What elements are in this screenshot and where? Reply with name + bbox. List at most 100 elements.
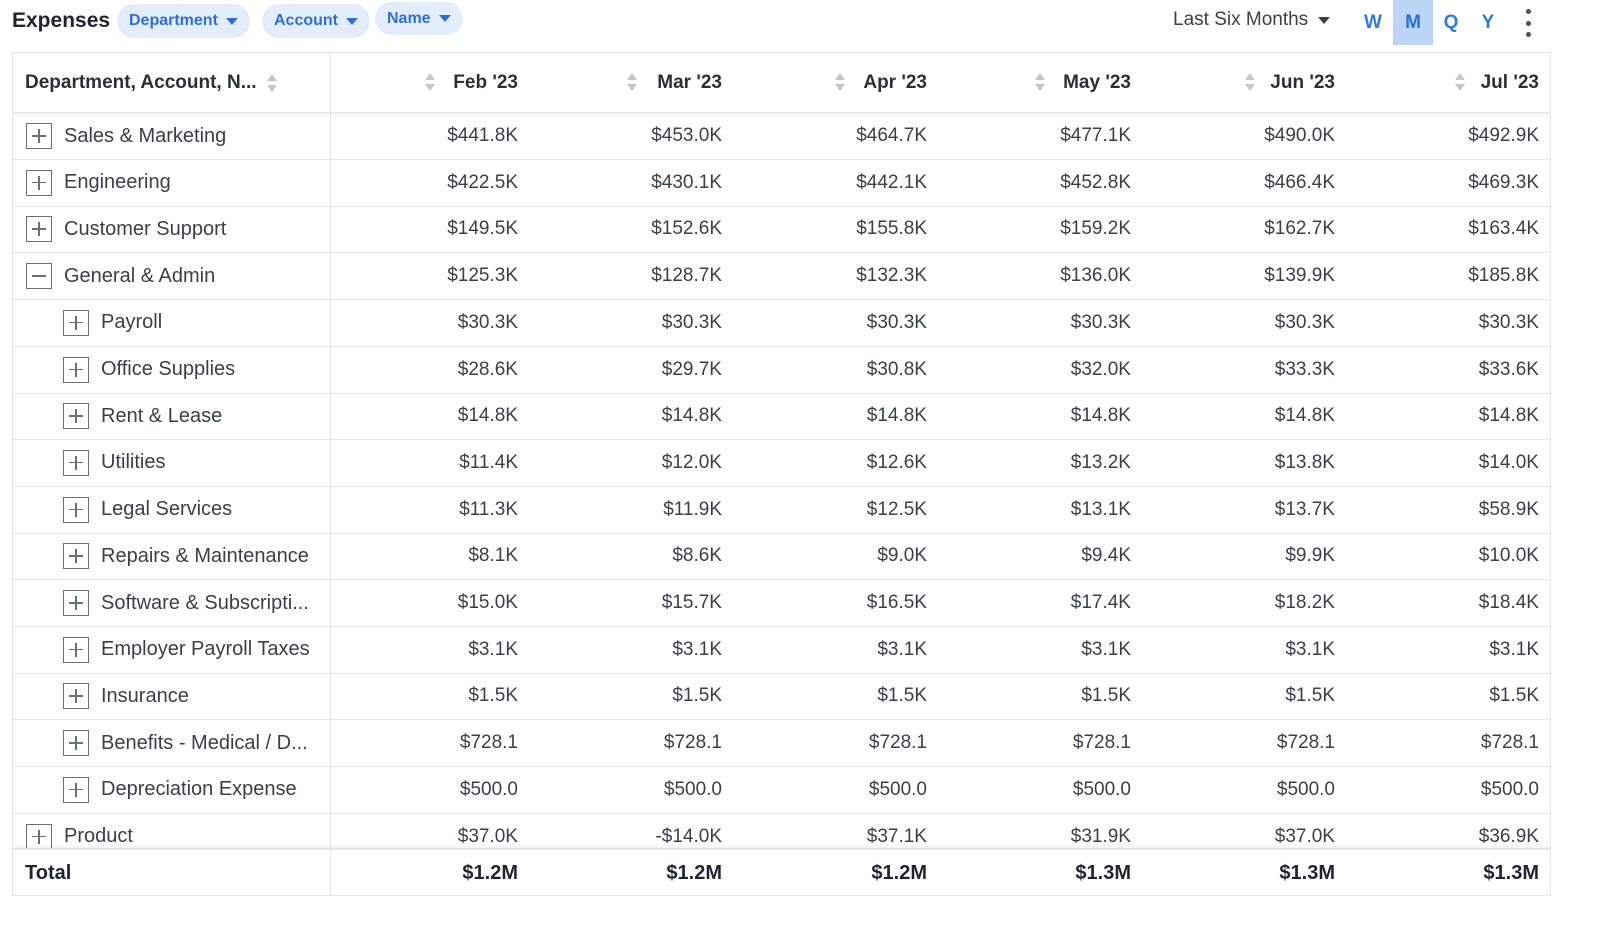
expand-icon[interactable] — [63, 309, 89, 336]
expand-icon[interactable] — [63, 730, 89, 757]
table-row[interactable]: Employer Payroll Taxes $3.1K $3.1K $3.1K $3.… — [13, 626, 1550, 674]
table-row[interactable]: General & Admin $125.3K $128.7K $132.3K $136… — [13, 253, 1550, 301]
value-cell: $14.8K — [1070, 405, 1131, 427]
row-label-cell: Repairs & Maintenance — [13, 533, 331, 580]
column-header-month[interactable]: May '23 — [1011, 53, 1131, 112]
value-cell: $11.4K — [459, 451, 518, 473]
value-cell: $14.8K — [866, 405, 927, 427]
value-cell: $13.7K — [1274, 498, 1335, 520]
value-cell: $18.4K — [1478, 592, 1539, 613]
row-label-cell: Office Supplies — [13, 346, 331, 393]
expand-icon[interactable] — [26, 123, 52, 149]
row-label-cell: Utilities — [13, 439, 331, 486]
value-cell: $728.1 — [868, 732, 927, 754]
value-cell: $3.1K — [877, 638, 927, 660]
collapse-icon[interactable] — [26, 263, 52, 290]
value-cell: $36.9K — [1478, 825, 1539, 847]
value-cell: $500.0 — [1072, 778, 1131, 800]
table-row[interactable]: Depreciation Expense $500.0 $500.0 $500.0 $5… — [13, 766, 1550, 814]
expand-icon[interactable] — [63, 590, 89, 616]
column-header-dimension[interactable]: Department, Account, N... — [25, 53, 331, 112]
table-row[interactable]: Rent & Lease $14.8K $14.8K $14.8K $14.8K $14.… — [13, 393, 1550, 441]
table-row[interactable]: Repairs & Maintenance $8.1K $8.6K $9.0K $9.4… — [13, 533, 1550, 581]
table-row[interactable]: Legal Services $11.3K $11.9K $12.5K $13.1K $1… — [13, 486, 1550, 534]
expand-icon[interactable] — [63, 683, 89, 710]
row-label-cell: Insurance — [13, 673, 331, 720]
expand-icon[interactable] — [26, 169, 52, 196]
value-cell: $29.7K — [661, 358, 722, 380]
expand-icon[interactable] — [63, 449, 89, 476]
row-label: Legal Services — [101, 498, 233, 521]
granularity-week-button[interactable]: W — [1353, 0, 1393, 45]
value-cell: $159.2K — [1060, 218, 1131, 240]
table-row[interactable]: Insurance $1.5K $1.5K $1.5K $1.5K $1.5K $1.5K — [13, 673, 1550, 721]
name-filter-chip[interactable]: Name — [375, 2, 463, 35]
expand-icon[interactable] — [26, 823, 52, 848]
table-row[interactable]: Office Supplies $28.6K $29.7K $30.8K $32.0K $… — [13, 346, 1550, 394]
value-cell: $132.3K — [856, 265, 927, 287]
value-cell: $18.2K — [1274, 592, 1335, 613]
value-cell: $13.2K — [1070, 451, 1131, 473]
value-cell: $128.7K — [651, 265, 722, 287]
kebab-icon[interactable] — [1518, 9, 1538, 37]
expand-icon[interactable] — [26, 216, 52, 243]
account-filter-chip[interactable]: Account — [262, 4, 370, 38]
table-row[interactable]: Software & Subscripti... $15.0K $15.7K $16.… — [13, 580, 1550, 627]
column-header-month[interactable]: Apr '23 — [807, 53, 927, 112]
column-header-month[interactable]: Jul '23 — [1419, 53, 1539, 112]
row-label: Software & Subscripti... — [101, 591, 309, 614]
row-label: Depreciation Expense — [101, 778, 297, 801]
expand-icon[interactable] — [63, 636, 89, 663]
value-cell: $11.3K — [459, 498, 518, 520]
granularity-quarter-button[interactable]: Q — [1431, 0, 1471, 45]
expand-icon[interactable] — [63, 496, 89, 523]
value-cell: $3.1K — [672, 638, 722, 660]
value-cell: $14.8K — [457, 405, 518, 427]
value-cell: $37.0K — [457, 825, 518, 847]
sort-icon[interactable] — [266, 73, 277, 92]
value-cell: $452.8K — [1060, 171, 1131, 193]
table-row[interactable]: Utilities $11.4K $12.0K $12.6K $13.2K $13.8K $… — [13, 439, 1550, 487]
row-label: Rent & Lease — [101, 404, 223, 427]
value-cell: $30.3K — [1070, 311, 1131, 333]
value-cell: $1.5K — [1285, 685, 1335, 707]
value-cell: $14.8K — [1478, 405, 1539, 427]
column-header-month[interactable]: Mar '23 — [602, 53, 722, 112]
expenses-table: Department, Account, N... Feb '23 Mar '23… — [12, 52, 1551, 896]
value-cell: $32.0K — [1070, 358, 1131, 380]
granularity-month-button[interactable]: M — [1393, 0, 1433, 45]
value-cell: $30.3K — [457, 311, 518, 333]
table-row[interactable]: Payroll $30.3K $30.3K $30.3K $30.3K $30.3K $30… — [13, 299, 1550, 347]
table-row[interactable]: Benefits - Medical / D... $728.1 $728.1 $72… — [13, 720, 1550, 768]
date-range-select[interactable]: Last Six Months — [1173, 9, 1331, 31]
department-filter-chip[interactable]: Department — [117, 4, 250, 38]
value-cell: $163.4K — [1468, 218, 1539, 240]
expand-icon[interactable] — [63, 776, 89, 803]
chip-label: Account — [274, 12, 338, 29]
row-label-cell: Payroll — [13, 299, 331, 346]
value-cell: $466.4K — [1264, 171, 1335, 193]
value-cell: $500.0 — [1480, 778, 1539, 800]
row-label-cell: Software & Subscripti... — [13, 580, 331, 626]
row-label: Benefits - Medical / D... — [101, 731, 308, 754]
column-header-month[interactable]: Jun '23 — [1215, 53, 1335, 112]
table-row[interactable]: Engineering $422.5K $430.1K $442.1K $452.8K $… — [13, 159, 1550, 207]
granularity-year-button[interactable]: Y — [1468, 0, 1508, 45]
value-cell: $8.1K — [468, 545, 518, 567]
value-cell: $185.8K — [1468, 265, 1539, 287]
expand-icon[interactable] — [63, 403, 89, 430]
value-cell: $8.6K — [672, 545, 722, 567]
value-cell: $1.5K — [468, 685, 518, 707]
value-cell: $139.9K — [1264, 265, 1335, 287]
expand-icon[interactable] — [63, 543, 89, 570]
column-header-month[interactable]: Feb '23 — [398, 53, 518, 112]
row-label-cell: Legal Services — [13, 486, 331, 533]
expand-icon[interactable] — [63, 356, 89, 383]
table-row[interactable]: Sales & Marketing $441.8K $453.0K $464.7K $4… — [13, 113, 1550, 160]
page-title: Expenses — [12, 9, 111, 32]
table-row[interactable]: Customer Support $149.5K $152.6K $155.8K $15… — [13, 206, 1550, 254]
row-label-cell: Rent & Lease — [13, 393, 331, 440]
table-row[interactable]: Product $37.0K -$14.0K $37.1K $31.9K $37.0K $3… — [13, 813, 1550, 848]
value-cell: $17.4K — [1070, 592, 1131, 613]
value-cell: $10.0K — [1478, 545, 1539, 567]
